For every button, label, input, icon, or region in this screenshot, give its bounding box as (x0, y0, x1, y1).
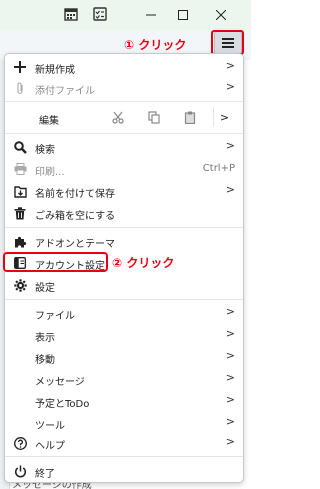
menu-item-empty-trash[interactable]: ごみ箱を空にする (5, 202, 243, 224)
chevron-right-icon: > (225, 139, 235, 152)
menu-item-events-tasks[interactable]: 予定とToDo > (5, 390, 243, 412)
edit-label: 編集 (39, 116, 59, 127)
annotation-step1: ① クリック (124, 38, 187, 52)
separator (5, 456, 243, 457)
menu-item-label: 名前を付けて保存 (35, 189, 115, 200)
menu-item-exit[interactable]: 終了 (5, 460, 243, 482)
paste-icon[interactable] (181, 108, 199, 126)
separator (5, 227, 243, 228)
menu-item-print[interactable]: 印刷... Ctrl+P (5, 158, 243, 180)
menu-item-message[interactable]: メッセージ > (5, 368, 243, 390)
close-button[interactable] (206, 0, 236, 30)
chevron-right-icon: > (225, 80, 235, 93)
copy-icon[interactable] (145, 108, 163, 126)
separator (5, 101, 243, 102)
menu-item-go[interactable]: 移動 > (5, 346, 243, 368)
edit-more-button[interactable]: > (213, 107, 235, 127)
menu-item-label: 移動 (35, 355, 55, 366)
power-icon (13, 464, 27, 478)
save-icon (13, 184, 27, 198)
menu-item-addons[interactable]: アドオンとテーマ (5, 230, 243, 252)
menu-item-view[interactable]: 表示 > (5, 324, 243, 346)
account-settings-highlight (3, 252, 108, 272)
chevron-right-icon: > (225, 393, 235, 406)
menu-item-label: 新規作成 (35, 65, 75, 76)
trash-icon (13, 206, 27, 220)
menu-item-label: 設定 (35, 283, 55, 294)
menu-item-search[interactable]: 検索 > (5, 136, 243, 158)
print-shortcut: Ctrl+P (202, 163, 235, 174)
menu-item-label: 表示 (35, 333, 55, 344)
app-menu-highlight (211, 30, 244, 55)
minimize-button[interactable] (136, 0, 166, 30)
chevron-right-icon: > (225, 183, 235, 196)
menu-item-label: ツール (35, 421, 65, 432)
menu-item-new[interactable]: 新規作成 > (5, 56, 243, 78)
menu-item-label: アドオンとテーマ (35, 239, 115, 250)
maximize-button[interactable] (168, 0, 198, 30)
printer-icon (13, 162, 27, 176)
menu-item-help[interactable]: ヘルプ > (5, 432, 243, 454)
calendar-icon[interactable] (64, 7, 78, 24)
cut-icon[interactable] (109, 108, 127, 126)
menu-item-attach[interactable]: 添付ファイル > (5, 77, 243, 99)
paperclip-icon (13, 81, 27, 95)
menu-item-label: 予定とToDo (35, 399, 90, 410)
menu-item-label: 終了 (35, 469, 55, 480)
puzzle-icon (13, 234, 27, 248)
menu-item-label: 印刷... (35, 167, 65, 178)
menu-item-tools[interactable]: ツール > (5, 412, 243, 434)
edit-toolbar-row: 編集 > (5, 104, 243, 130)
gear-icon (13, 278, 27, 292)
chevron-right-icon: > (225, 305, 235, 318)
menu-item-label: 添付ファイル (35, 86, 95, 97)
separator (5, 133, 243, 134)
plus-icon (13, 60, 27, 74)
separator (5, 299, 243, 300)
menu-item-label: メッセージ (35, 377, 85, 388)
chevron-right-icon: > (225, 349, 235, 362)
menu-item-save-as[interactable]: 名前を付けて保存 > (5, 180, 243, 202)
chevron-right-icon: > (225, 435, 235, 448)
search-icon (13, 140, 27, 154)
menu-item-settings[interactable]: 設定 (5, 274, 243, 296)
title-bar (0, 0, 251, 30)
chevron-right-icon: > (225, 327, 235, 340)
annotation-step2: ② クリック (112, 256, 175, 270)
menu-item-label: 検索 (35, 145, 55, 156)
chevron-right-icon: > (225, 371, 235, 384)
tasks-icon[interactable] (93, 7, 107, 24)
chevron-right-icon: > (225, 415, 235, 428)
help-icon (13, 436, 27, 450)
chevron-right-icon: > (225, 59, 235, 72)
menu-item-label: ヘルプ (35, 441, 65, 452)
menu-item-label: ごみ箱を空にする (35, 211, 116, 222)
menu-item-file[interactable]: ファイル > (5, 302, 243, 324)
menu-item-label: ファイル (35, 311, 75, 322)
